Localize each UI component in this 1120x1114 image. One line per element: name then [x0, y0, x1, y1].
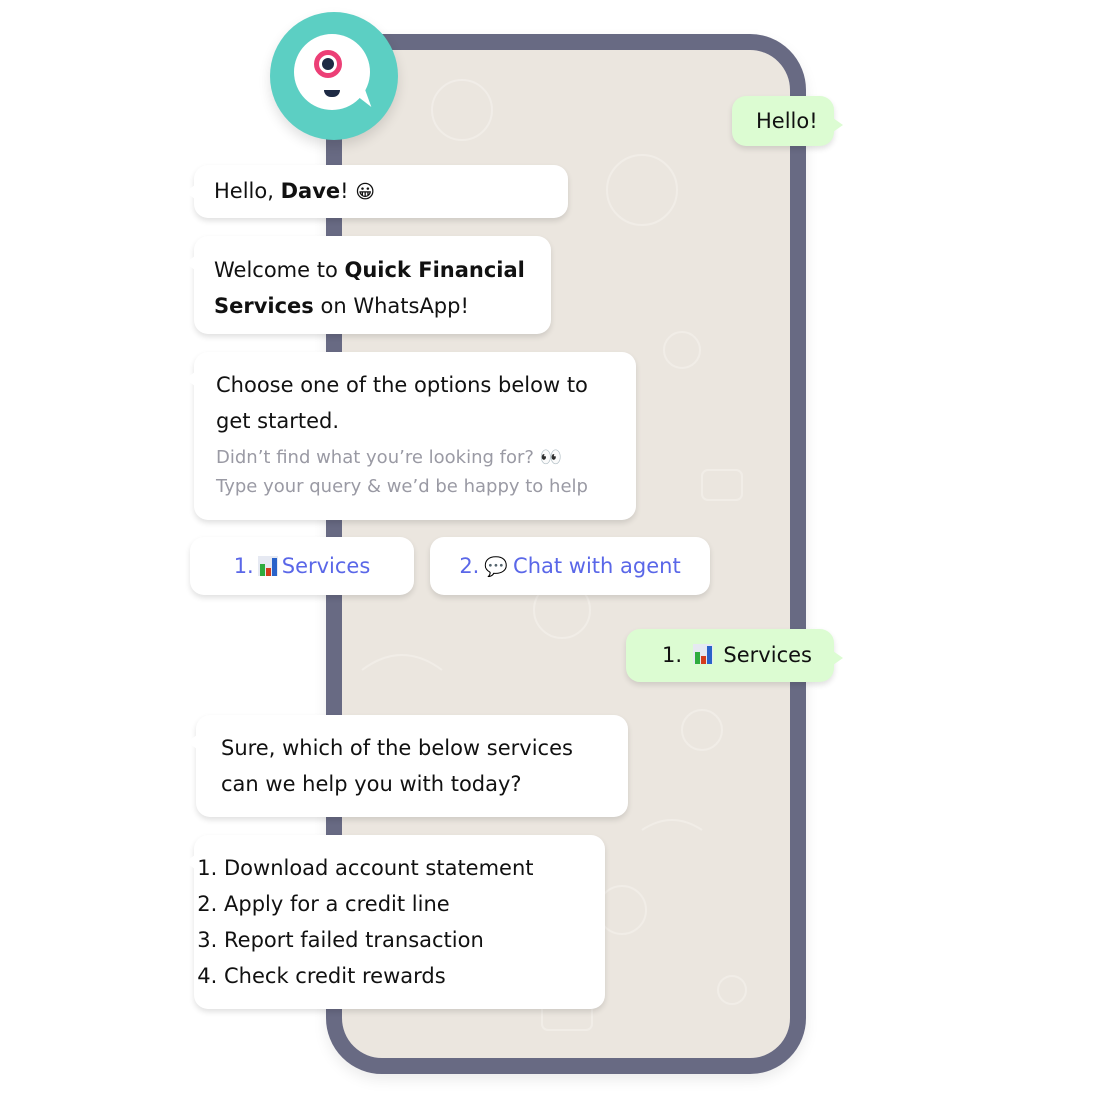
service-item[interactable]: Apply for a credit line	[224, 886, 595, 922]
choice-number: 1.	[662, 643, 683, 667]
grinning-face-icon: 😀	[355, 181, 376, 203]
services-list: Download account statement Apply for a c…	[196, 850, 595, 994]
avatar-bubble-tail	[350, 86, 372, 112]
speech-bubble-icon: 💬	[484, 555, 509, 578]
welcome-prefix: Welcome to	[214, 258, 345, 282]
service-item[interactable]: Download account statement	[224, 850, 595, 886]
quick-reply-services[interactable]: 1. Services	[190, 537, 414, 595]
avatar-eye-icon	[322, 58, 334, 70]
service-item[interactable]: Report failed transaction	[224, 922, 595, 958]
greeting-prefix: Hello,	[214, 179, 281, 203]
options-prompt: Choose one of the options below to get s…	[216, 373, 588, 433]
bot-message-services-list: Download account statement Apply for a c…	[185, 835, 605, 1009]
bot-message-services-prompt: Sure, which of the below services can we…	[187, 715, 628, 817]
bot-avatar	[270, 12, 398, 140]
user-message-hello: Hello!	[732, 96, 843, 146]
bot-message-options: Choose one of the options below to get s…	[185, 352, 636, 520]
bar-chart-icon	[692, 644, 713, 664]
quick-reply-chat-with-agent[interactable]: 2. 💬 Chat with agent	[430, 537, 710, 595]
bot-message-welcome: Welcome to Quick Financial Services on W…	[185, 236, 551, 334]
user-name: Dave	[280, 179, 341, 203]
choice-label: Services	[723, 643, 812, 667]
hint-line-1: Didn’t find what you’re looking for? 👀	[216, 447, 563, 468]
option-number: 2.	[459, 554, 480, 578]
welcome-suffix: on WhatsApp!	[313, 294, 469, 318]
hint-line-2: Type your query & we’d be happy to help	[216, 476, 588, 497]
services-prompt-text: Sure, which of the below services can we…	[221, 736, 573, 796]
greeting-suffix: !	[340, 179, 349, 203]
user-message-choice: 1. Services	[626, 629, 843, 682]
option-number: 1.	[233, 554, 254, 578]
option-label: Chat with agent	[513, 554, 681, 578]
option-label: Services	[281, 554, 371, 578]
message-text: Hello!	[756, 109, 818, 133]
bot-message-greeting: Hello, Dave! 😀	[185, 165, 568, 218]
bar-chart-icon	[257, 556, 278, 576]
service-item[interactable]: Check credit rewards	[224, 958, 595, 994]
